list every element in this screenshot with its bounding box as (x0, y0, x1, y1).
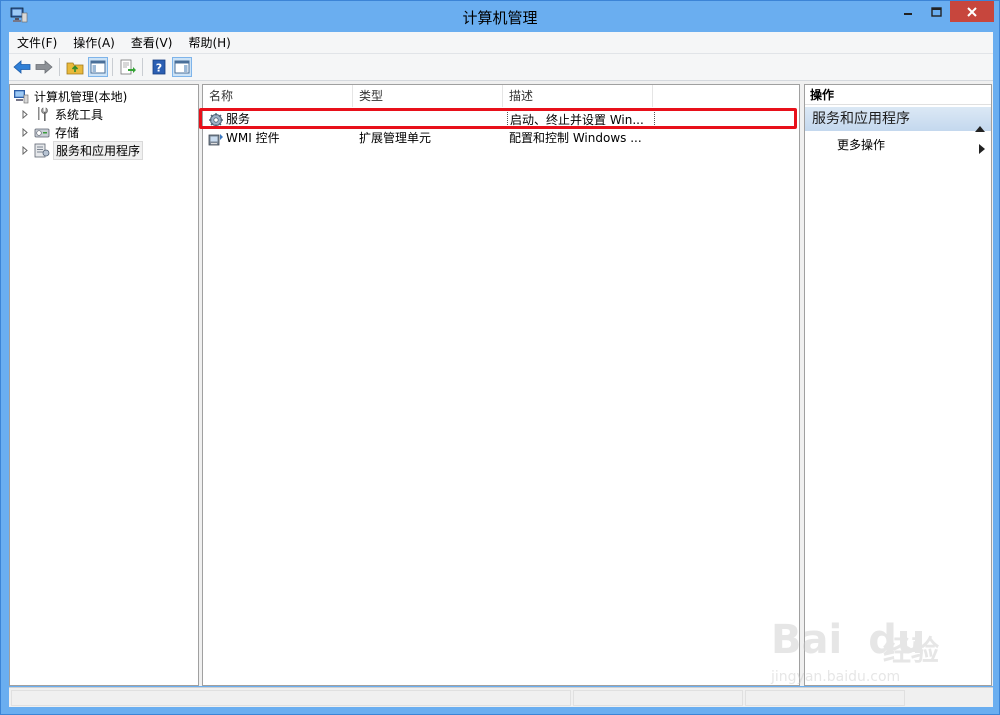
expand-arrow-icon[interactable] (20, 109, 30, 119)
svg-text:?: ? (156, 62, 162, 75)
close-icon (967, 6, 977, 17)
expand-arrow-icon[interactable] (20, 127, 30, 137)
menu-help[interactable]: 帮助(H) (180, 33, 238, 53)
action-more-label: 更多操作 (837, 138, 886, 152)
column-header-description[interactable]: 描述 (503, 85, 653, 107)
forward-icon (35, 60, 53, 74)
back-icon (13, 60, 31, 74)
list-row-wmi-control[interactable]: WMI 控件 扩展管理单元 配置和控制 Windows ... (203, 129, 799, 148)
menu-bar: 文件(F) 操作(A) 查看(V) 帮助(H) (9, 32, 993, 54)
title-bar[interactable]: 计算机管理 (1, 1, 999, 31)
tree-label-storage: 存储 (55, 125, 80, 140)
up-folder-icon (66, 62, 84, 75)
tree-item-system-tools[interactable]: 系统工具 (20, 105, 105, 123)
storage-icon (34, 124, 50, 140)
tree-label-services-and-apps: 服务和应用程序 (53, 140, 144, 160)
show-action-pane-button[interactable] (172, 57, 192, 77)
main-content: 计算机管理(本地) 系统工具 存储 服务和应用程序 名称 类型 描述 服务 启动… (9, 81, 993, 686)
show-tree-icon (90, 60, 106, 74)
toolbar-separator (59, 58, 60, 76)
tree-item-services-and-apps[interactable]: 服务和应用程序 (20, 140, 144, 160)
show-action-pane-icon (174, 60, 190, 74)
maximize-button[interactable] (923, 1, 949, 22)
tree-item-root[interactable]: 计算机管理(本地) (13, 87, 129, 105)
menu-action[interactable]: 操作(A) (65, 33, 123, 53)
tree-root-label: 计算机管理(本地) (34, 89, 128, 104)
watermark-url: jingyan.baidu.com (771, 669, 901, 685)
forward-button[interactable] (34, 57, 54, 77)
tree-label-system-tools: 系统工具 (55, 107, 104, 122)
status-segment (11, 690, 571, 706)
export-button[interactable] (118, 57, 138, 77)
back-button[interactable] (12, 57, 32, 77)
close-button[interactable] (950, 1, 994, 22)
list-cell-description: 配置和控制 Windows ... (509, 131, 642, 145)
action-group-services-and-apps[interactable]: 服务和应用程序 (805, 107, 991, 132)
action-group-label: 服务和应用程序 (812, 111, 910, 127)
highlight-annotation (199, 108, 797, 129)
up-button[interactable] (65, 57, 85, 77)
minimize-button[interactable] (894, 1, 922, 22)
menu-view[interactable]: 查看(V) (123, 33, 181, 53)
computer-management-icon (13, 88, 29, 104)
wmi-control-icon (208, 131, 224, 147)
toolbar-separator (142, 58, 143, 76)
expand-arrow-icon[interactable] (20, 145, 30, 155)
toolbar: ? (9, 54, 993, 81)
list-cell-type: 扩展管理单元 (359, 131, 432, 145)
baidu-watermark: Bai du 经验 jingyan.baidu.com (771, 613, 951, 693)
window-title: 计算机管理 (462, 9, 538, 27)
action-pane-header: 操作 (805, 85, 991, 105)
status-segment (573, 690, 743, 706)
result-list: 名称 类型 描述 服务 启动、终止并设置 Win... WMI 控件 扩展管理单… (202, 84, 800, 686)
show-tree-button[interactable] (88, 57, 108, 77)
help-button[interactable]: ? (149, 57, 169, 77)
action-more-actions[interactable]: 更多操作 (805, 135, 991, 155)
tools-icon (34, 106, 50, 122)
column-header-name[interactable]: 名称 (203, 85, 353, 107)
tree-item-storage[interactable]: 存储 (20, 123, 81, 141)
list-cell-name: WMI 控件 (226, 131, 280, 145)
toolbar-separator (112, 58, 113, 76)
menu-file[interactable]: 文件(F) (9, 33, 65, 53)
help-icon: ? (152, 59, 166, 75)
column-header-type[interactable]: 类型 (353, 85, 503, 107)
watermark-brand-cn: 经验 (883, 634, 940, 667)
submenu-arrow-icon (979, 140, 985, 160)
console-tree: 计算机管理(本地) 系统工具 存储 服务和应用程序 (9, 84, 199, 686)
export-icon (120, 59, 136, 75)
services-apps-icon (34, 142, 50, 158)
action-pane: 操作 服务和应用程序 更多操作 (804, 84, 992, 686)
